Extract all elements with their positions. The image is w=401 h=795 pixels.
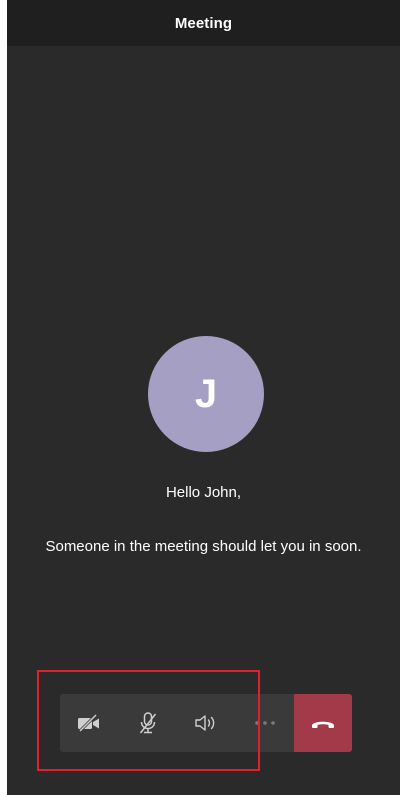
more-options-button[interactable] — [236, 694, 295, 752]
page-title: Meeting — [174, 14, 233, 32]
top-bar: Meeting — [7, 0, 400, 46]
hang-up-icon — [312, 721, 334, 728]
video-off-icon — [78, 714, 100, 732]
greeting-text: Hello John, — [165, 484, 242, 501]
call-controls-group — [60, 694, 294, 752]
speaker-toggle-button[interactable] — [177, 694, 236, 752]
avatar: J — [148, 336, 264, 452]
hang-up-button[interactable] — [294, 694, 352, 752]
mic-off-icon — [139, 712, 156, 734]
avatar-initial: J — [194, 371, 218, 416]
microphone-toggle-button[interactable] — [119, 694, 178, 752]
lobby-wait-message: Someone in the meeting should let you in… — [45, 538, 362, 555]
more-icon — [254, 721, 275, 725]
camera-toggle-button[interactable] — [60, 694, 119, 752]
speaker-icon — [195, 715, 215, 731]
call-controls-bar — [60, 694, 352, 752]
meeting-lobby-screen: Meeting J Hello John, Someone in the mee… — [7, 0, 400, 795]
